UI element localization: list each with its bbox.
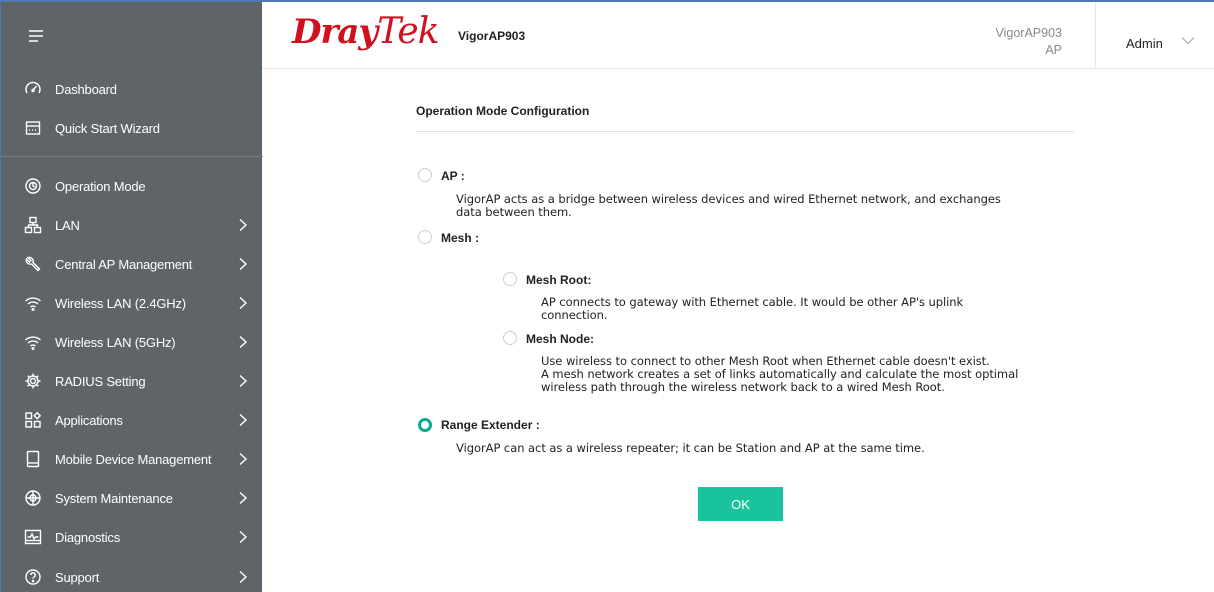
mesh-root-label: Mesh Root:	[526, 273, 592, 287]
range-extender-label: Range Extender :	[441, 418, 540, 432]
sidebar-item-radius-setting[interactable]: RADIUS Setting	[1, 364, 263, 398]
sidebar-item-mobile-device-management[interactable]: Mobile Device Management	[1, 442, 263, 476]
chevron-right-icon	[239, 218, 248, 232]
device-mode: AP	[1045, 43, 1062, 57]
sidebar-item-dashboard[interactable]: Dashboard	[1, 72, 263, 106]
mesh-root-radio[interactable]	[503, 272, 517, 286]
apps-icon	[24, 411, 42, 429]
chevron-right-icon	[239, 570, 248, 584]
chevron-right-icon	[239, 257, 248, 271]
page-title: Operation Mode Configuration	[416, 104, 590, 118]
device-name: VigorAP903	[995, 26, 1063, 40]
chevron-right-icon	[239, 296, 248, 310]
chevron-down-icon[interactable]	[1181, 36, 1195, 45]
draytek-logo: DrayTek	[292, 11, 440, 52]
header-divider	[1095, 2, 1096, 69]
sidebar-item-quick-start-wizard[interactable]: Quick Start Wizard	[1, 111, 263, 145]
operation-mode-icon	[24, 177, 42, 195]
chevron-right-icon	[239, 452, 248, 466]
mesh-label: Mesh :	[441, 231, 480, 245]
chevron-right-icon	[239, 335, 248, 349]
device-info: VigorAP903 AP	[996, 25, 1063, 59]
user-menu[interactable]: Admin	[1126, 36, 1163, 51]
gauge-icon	[24, 80, 42, 98]
help-icon	[24, 568, 42, 586]
ap-label: AP :	[441, 169, 465, 183]
gear-icon	[24, 372, 42, 390]
sidebar-item-diagnostics[interactable]: Diagnostics	[1, 520, 263, 554]
range-extender-description: VigorAP can act as a wireless repeater; …	[456, 441, 925, 455]
mesh-root-description: AP connects to gateway with Ethernet cab…	[541, 295, 964, 322]
sidebar-item-lan[interactable]: LAN	[1, 208, 263, 242]
sidebar-divider	[1, 156, 263, 157]
sidebar-item-wireless-lan-5[interactable]: Wireless LAN (5GHz)	[1, 325, 263, 359]
model-name: VigorAP903	[458, 29, 526, 43]
chevron-right-icon	[239, 530, 248, 544]
network-icon	[24, 216, 42, 234]
sidebar-item-support[interactable]: Support	[1, 560, 263, 592]
chevron-right-icon	[239, 413, 248, 427]
sidebar: Dashboard Quick Start Wizard Operation M…	[0, 0, 263, 592]
range-extender-radio[interactable]	[418, 418, 432, 432]
chevron-right-icon	[239, 374, 248, 388]
title-divider	[416, 131, 1074, 132]
ap-radio[interactable]	[418, 168, 432, 182]
menu-toggle-icon[interactable]	[29, 30, 43, 42]
maintenance-icon	[24, 489, 42, 507]
wrench-icon	[24, 255, 42, 273]
mesh-radio[interactable]	[418, 230, 432, 244]
ok-button[interactable]: OK	[698, 487, 783, 521]
sidebar-item-wireless-lan-24[interactable]: Wireless LAN (2.4GHz)	[1, 286, 263, 320]
top-header: DrayTek VigorAP903 VigorAP903 AP Admin	[262, 0, 1214, 69]
mobile-icon	[24, 450, 42, 468]
wizard-icon	[24, 119, 42, 137]
sidebar-item-operation-mode[interactable]: Operation Mode	[1, 169, 263, 203]
wifi-icon	[24, 333, 42, 351]
wifi-icon	[24, 294, 42, 312]
sidebar-item-central-ap-management[interactable]: Central AP Management	[1, 247, 263, 281]
chevron-right-icon	[239, 491, 248, 505]
sidebar-item-applications[interactable]: Applications	[1, 403, 263, 437]
ap-description: VigorAP acts as a bridge between wireles…	[456, 192, 1001, 219]
mesh-node-radio[interactable]	[503, 331, 517, 345]
sidebar-item-system-maintenance[interactable]: System Maintenance	[1, 481, 263, 515]
diagnostics-icon	[24, 528, 42, 546]
mesh-node-label: Mesh Node:	[526, 332, 595, 346]
mesh-node-description: Use wireless to connect to other Mesh Ro…	[541, 354, 1019, 394]
